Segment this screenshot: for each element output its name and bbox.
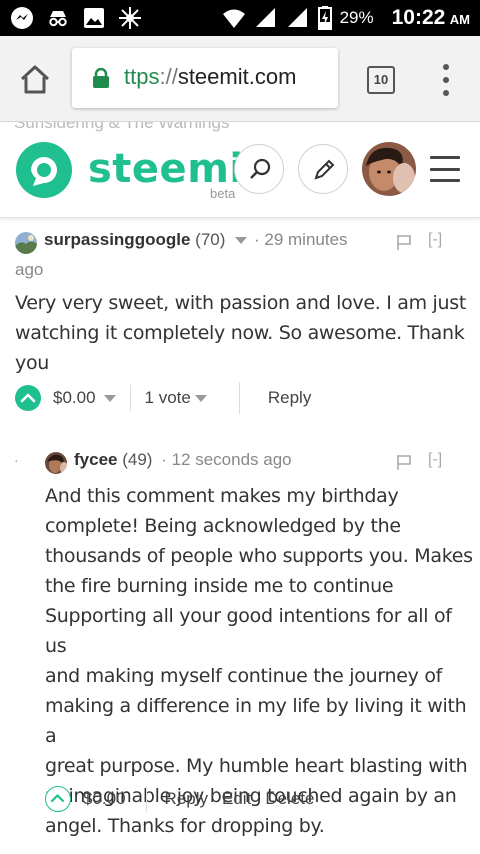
payout-chevron-down-icon[interactable] — [103, 394, 116, 402]
comment-footer: $0.00 Reply Edit Delete — [45, 784, 314, 814]
comment-body-line: making a difference in my life by living… — [45, 695, 467, 747]
time-ago-continued[interactable]: ago — [15, 260, 43, 279]
steemit-logo-icon[interactable] — [14, 140, 74, 200]
chevron-up-icon — [20, 393, 36, 403]
flag-icon[interactable] — [396, 454, 412, 470]
divider — [129, 385, 131, 411]
reply-link[interactable]: Reply — [268, 388, 311, 408]
clock: 10:22 AM — [392, 6, 470, 30]
comment-body: Very very sweet, with passion and love. … — [15, 288, 475, 378]
browser-toolbar: ttps://steemit.com 10 — [0, 36, 480, 122]
time-ago[interactable]: · 29 minutes — [254, 230, 348, 249]
signal-icon — [286, 6, 310, 30]
upvote-button[interactable] — [15, 385, 41, 411]
search-button[interactable] — [234, 144, 284, 194]
reply-link[interactable]: Reply — [165, 789, 208, 809]
tab-switcher-button[interactable]: 10 — [367, 66, 395, 94]
author-reputation: (49) — [122, 450, 153, 469]
comment-body-line: Supporting all your good intentions for … — [45, 605, 452, 657]
address-bar[interactable]: ttps://steemit.com — [72, 48, 338, 108]
vote-count[interactable]: 1 vote — [145, 388, 191, 408]
battery-charging-icon — [317, 6, 332, 30]
comment-body-line: angel. Thanks for dropping by. — [45, 815, 325, 837]
chevron-down-icon[interactable] — [235, 237, 248, 245]
comment-time-line1[interactable]: · 29 minutes — [254, 230, 348, 250]
hamburger-menu-icon[interactable] — [430, 156, 460, 182]
comment-time-line2[interactable]: ago — [15, 260, 43, 280]
comment-meta: surpassinggoogle (70) — [44, 230, 248, 250]
comment-body-line: Very very sweet, with passion and love. … — [15, 292, 467, 314]
collapse-toggle[interactable]: [-] — [428, 231, 442, 249]
flag-icon[interactable] — [396, 234, 412, 250]
comment-meta: fycee (49) · 12 seconds ago — [74, 450, 292, 470]
chevron-up-icon — [50, 794, 65, 803]
signal-icon — [254, 6, 278, 30]
divider — [238, 382, 240, 414]
incognito-icon — [46, 6, 70, 30]
comment-body-line: And this comment makes my birthday — [45, 485, 399, 507]
payout-amount[interactable]: $0.00 — [83, 789, 126, 809]
battery-percent: 29% — [339, 8, 374, 27]
collapse-toggle[interactable]: [-] — [428, 451, 442, 469]
scrolled-title-text: Sunsidering & The Warnings — [14, 122, 230, 132]
url-separator: :// — [159, 64, 178, 89]
author-avatar[interactable] — [45, 452, 67, 474]
search-icon — [250, 158, 271, 179]
delete-link[interactable]: Delete — [265, 789, 314, 809]
author-avatar[interactable] — [15, 232, 37, 254]
comment-body-line: great purpose. My humble heart blasting … — [45, 755, 468, 777]
votes-chevron-down-icon[interactable] — [194, 394, 207, 402]
wifi-icon — [222, 6, 246, 30]
upvote-button[interactable] — [45, 786, 71, 812]
messenger-icon — [10, 6, 34, 30]
sparkle-icon — [118, 6, 142, 30]
comment-body-line: you — [15, 352, 50, 374]
site-header: Sunsidering & The Warnings steemit beta — [0, 122, 480, 218]
author-name[interactable]: surpassinggoogle — [44, 230, 190, 249]
divider — [145, 786, 147, 812]
comment-body-line: and making myself continue the journey o… — [45, 665, 443, 687]
url-scheme: ttps — [124, 64, 160, 89]
gallery-icon — [82, 6, 106, 30]
author-reputation: (70) — [195, 230, 226, 249]
home-icon[interactable] — [18, 62, 52, 96]
edit-link[interactable]: Edit — [222, 789, 251, 809]
write-post-button[interactable] — [298, 144, 348, 194]
lock-icon — [92, 67, 110, 88]
comment-body-line: complete! Being acknowledged by the — [45, 515, 401, 537]
comment-body-line: thousands of people who supports you. Ma… — [45, 545, 473, 567]
user-avatar[interactable] — [362, 142, 416, 196]
thread-marker: · — [14, 452, 19, 468]
ampm-text: AM — [449, 12, 470, 27]
time-text: 10:22 — [391, 6, 446, 29]
beta-label: beta — [210, 186, 236, 201]
time-ago[interactable]: · 12 seconds ago — [161, 450, 291, 469]
url-text: ttps://steemit.com — [124, 64, 296, 90]
comment-footer: $0.00 1 vote Reply — [15, 382, 311, 414]
comment-body-line: the fire burning inside me to continue — [45, 575, 394, 597]
author-name[interactable]: fycee — [74, 450, 117, 469]
payout-amount[interactable]: $0.00 — [53, 388, 96, 408]
overflow-menu-icon[interactable] — [440, 64, 452, 96]
pencil-icon — [314, 159, 335, 180]
comment-body-line: watching it completely now. So awesome. … — [15, 322, 465, 344]
url-host: steemit.com — [177, 64, 297, 89]
status-bar: 29% 10:22 AM — [0, 0, 480, 36]
